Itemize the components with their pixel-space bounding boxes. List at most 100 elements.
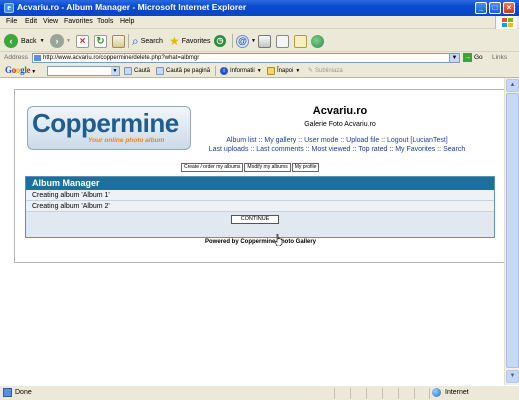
menu-tools[interactable]: Tools — [97, 18, 113, 25]
maximize-button[interactable]: □ — [489, 2, 501, 14]
menu-help[interactable]: Help — [120, 18, 134, 25]
back-label: Back — [21, 37, 37, 45]
menu-bar: File Edit View Favorites Tools Help — [0, 16, 519, 29]
refresh-button[interactable]: ↻ — [94, 33, 107, 49]
mail-button[interactable]: @ ▼ — [236, 33, 256, 49]
top-navigation: Album list :: My gallery :: User mode ::… — [177, 136, 497, 154]
ie-icon: e — [4, 3, 14, 13]
stop-icon: × — [76, 34, 89, 48]
print-button[interactable] — [258, 33, 271, 49]
google-site-search-button[interactable]: Caută pe pagină — [156, 67, 210, 75]
menu-favorites[interactable]: Favorites — [64, 18, 93, 25]
status-text: Done — [3, 388, 32, 397]
admin-button-row: Create / order my albums Modify my album… — [181, 163, 320, 172]
site-title: Acvariu.ro — [312, 105, 368, 117]
link-user-mode[interactable]: User mode — [304, 137, 338, 144]
menu-file[interactable]: File — [6, 18, 17, 25]
chevron-down-icon: ▼ — [39, 38, 45, 44]
back-button[interactable]: ‹ Back ▼ — [4, 33, 45, 49]
highlighter-icon: ✎ — [308, 68, 314, 74]
page-info-button[interactable]: i Informatii ▼ — [220, 67, 262, 75]
status-done-label: Done — [15, 389, 32, 396]
page-done-icon — [3, 388, 12, 397]
edit-button[interactable] — [276, 33, 289, 49]
link-top-rated[interactable]: Top rated — [358, 146, 387, 153]
scroll-down-button[interactable]: ▼ — [506, 370, 519, 383]
binoculars-icon — [156, 67, 164, 75]
link-my-gallery[interactable]: My gallery — [264, 137, 296, 144]
page-info-label: Informatii — [230, 68, 255, 74]
messenger-button[interactable] — [311, 33, 324, 49]
search-button[interactable]: ⌕ Search — [132, 33, 163, 49]
chevron-down-icon: ▼ — [295, 68, 301, 74]
google-search-label: Caută — [134, 68, 151, 74]
mail-icon: @ — [236, 34, 249, 48]
logo-tagline: Your online photo album — [88, 137, 165, 144]
google-logo[interactable]: Google▼ — [5, 65, 36, 75]
create-order-albums-button[interactable]: Create / order my albums — [181, 163, 244, 172]
address-input[interactable]: http://www.acvariu.ro/coppermine/delete.… — [32, 53, 460, 63]
up-button[interactable]: Înapoi ▼ — [267, 67, 300, 75]
browser-viewport: Coppermine Your online photo album Acvar… — [0, 78, 519, 385]
button-area: CONTINUE — [26, 212, 494, 227]
title-bar[interactable]: e Acvariu.ro - Album Manager - Microsoft… — [0, 0, 519, 16]
toolbar: ‹ Back ▼ › ▼ × ↻ ⌕ Search ★ Favorites ◷ … — [0, 30, 519, 52]
address-dropdown-button[interactable]: ▼ — [449, 53, 460, 63]
info-icon: i — [220, 67, 228, 75]
history-button[interactable]: ◷ — [214, 33, 226, 49]
close-button[interactable]: × — [503, 2, 515, 14]
stop-button[interactable]: × — [76, 33, 89, 49]
windows-logo-icon — [495, 16, 517, 29]
status-bar: Done Internet — [0, 385, 519, 400]
security-zone[interactable]: Internet — [432, 388, 469, 397]
links-button[interactable]: Links — [492, 54, 507, 61]
go-button[interactable]: → Go — [463, 53, 483, 62]
coppermine-logo[interactable]: Coppermine Your online photo album — [27, 106, 191, 150]
menu-edit[interactable]: Edit — [25, 18, 37, 25]
toolbar-separator — [128, 34, 129, 48]
my-profile-button[interactable]: My profile — [291, 163, 320, 172]
google-search-input[interactable]: ▼ — [47, 66, 120, 76]
refresh-icon: ↻ — [94, 34, 107, 48]
scroll-up-button[interactable]: ▲ — [506, 79, 519, 92]
logo-word: Coppermine — [32, 108, 179, 138]
vertical-scrollbar[interactable]: ▲ ▼ — [504, 78, 519, 385]
toolbar-separator — [232, 34, 233, 48]
link-upload-file[interactable]: Upload file — [346, 137, 379, 144]
modify-albums-button[interactable]: Modify my albums — [244, 163, 291, 172]
discuss-button[interactable] — [294, 33, 307, 49]
link-search[interactable]: Search — [443, 146, 465, 153]
home-button[interactable] — [112, 33, 125, 49]
forward-button[interactable]: › ▼ — [50, 33, 71, 49]
home-icon — [112, 34, 125, 48]
chevron-down-icon: ▼ — [111, 67, 119, 75]
discuss-icon — [294, 34, 307, 48]
status-cell — [350, 388, 366, 399]
address-url: http://www.acvariu.ro/coppermine/delete.… — [43, 55, 200, 61]
favorites-button[interactable]: ★ Favorites — [169, 33, 211, 49]
back-arrow-icon: ‹ — [4, 34, 18, 48]
powered-by-footer[interactable]: Powered by Coppermine Photo Gallery — [15, 239, 506, 245]
minimize-button[interactable]: _ — [475, 2, 487, 14]
scrollbar-thumb[interactable] — [506, 93, 519, 368]
page-icon — [34, 55, 41, 61]
status-cell — [382, 388, 398, 399]
google-search-button[interactable]: Caută — [124, 67, 150, 75]
menu-view[interactable]: View — [43, 18, 58, 25]
continue-button[interactable]: CONTINUE — [231, 215, 279, 224]
history-icon: ◷ — [214, 35, 226, 47]
chevron-down-icon: ▼ — [256, 68, 262, 74]
up-label: Înapoi — [277, 68, 294, 74]
link-last-uploads[interactable]: Last uploads — [209, 146, 249, 153]
printer-icon — [258, 34, 271, 48]
link-logout[interactable]: Logout [LucianTest] — [387, 137, 448, 144]
status-cell — [414, 388, 429, 399]
folder-icon — [267, 67, 275, 75]
link-last-comments[interactable]: Last comments — [256, 146, 303, 153]
hand-cursor-icon — [275, 234, 283, 246]
link-album-list[interactable]: Album list — [226, 137, 256, 144]
link-most-viewed[interactable]: Most viewed — [312, 146, 351, 153]
highlight-button[interactable]: ✎ Subliniaza — [308, 67, 343, 75]
link-my-favorites[interactable]: My Favorites — [395, 146, 435, 153]
album-manager-table: Album Manager Creating album 'Album 1' C… — [25, 176, 495, 238]
